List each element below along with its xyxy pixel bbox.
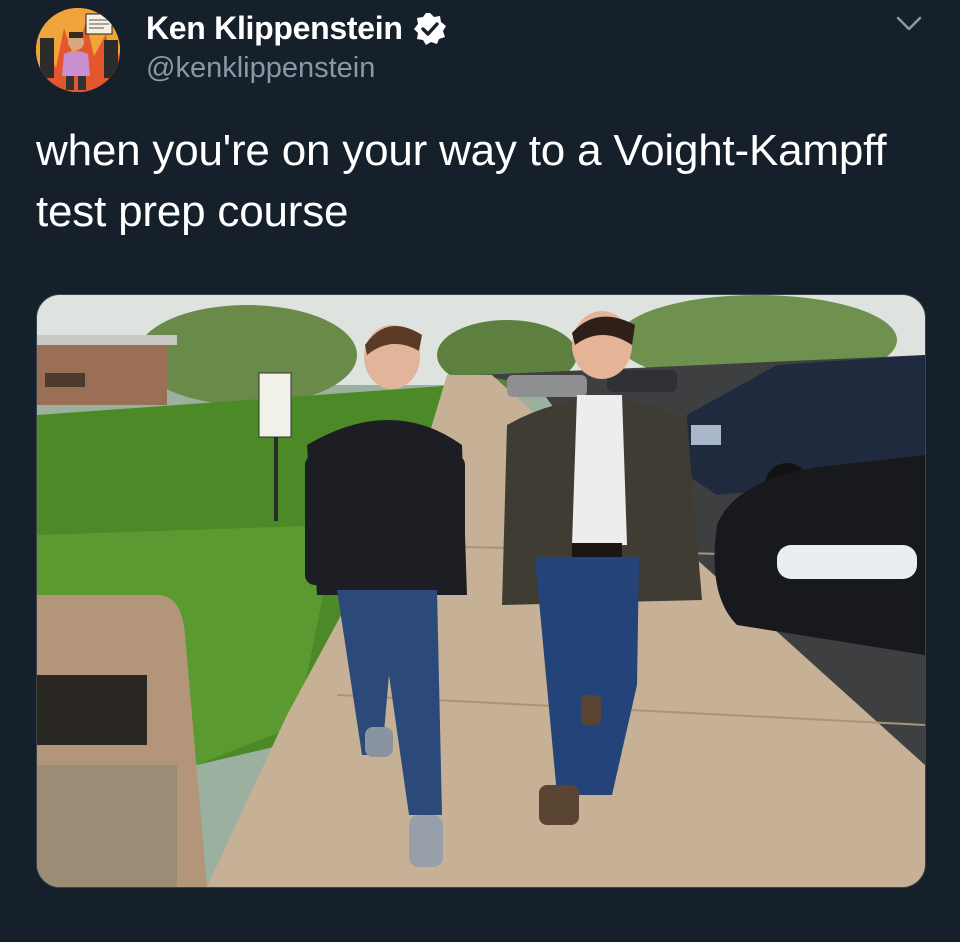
tweet-media-photo[interactable] [36, 294, 926, 888]
tweet-text: when you're on your way to a Voight-Kamp… [36, 126, 887, 236]
verified-badge-icon [413, 12, 447, 46]
comic-avatar-icon [36, 8, 120, 92]
author-avatar[interactable] [36, 8, 120, 92]
author-display-name[interactable]: Ken Klippenstein [146, 10, 403, 47]
photo-two-men-walking-on-sidewalk [37, 295, 925, 887]
author-handle[interactable]: @kenklippenstein [146, 52, 375, 85]
author-name-row[interactable]: Ken Klippenstein [146, 10, 447, 47]
chevron-down-icon[interactable] [893, 10, 925, 38]
